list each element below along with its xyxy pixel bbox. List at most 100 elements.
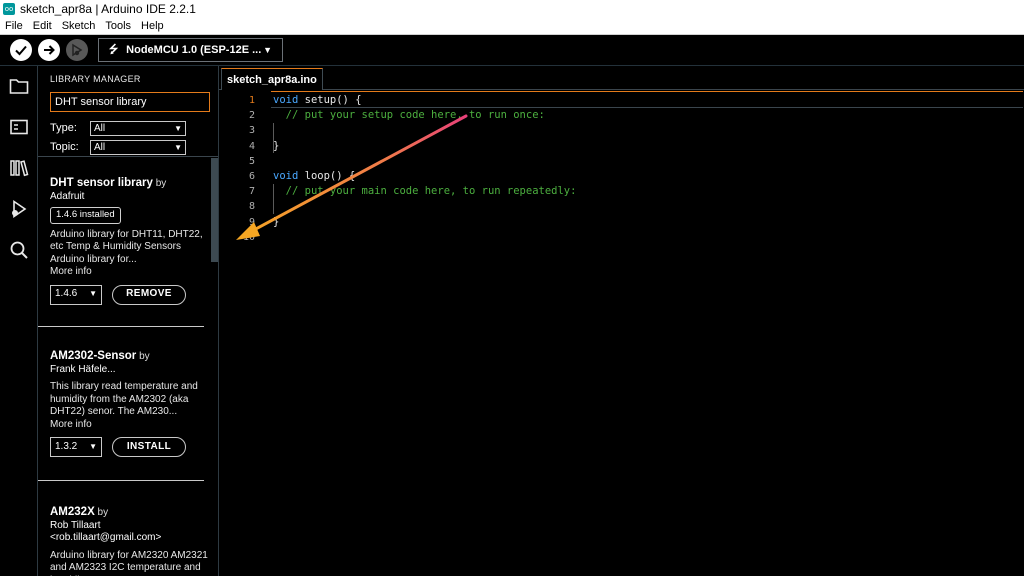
- topic-filter-value: All: [94, 142, 106, 153]
- toolbar: ⭍ NodeMCU 1.0 (ESP-12E ... ▼: [0, 35, 1024, 66]
- topic-filter-label: Topic:: [50, 141, 79, 153]
- code-comment: // put your main code here, to run repea…: [285, 185, 577, 198]
- line-number: 8: [248, 201, 255, 213]
- library-list-scrollbar[interactable]: [211, 158, 218, 262]
- menu-edit[interactable]: Edit: [28, 20, 57, 32]
- tab-sketch[interactable]: sketch_apr8a.ino: [221, 68, 323, 90]
- chevron-down-icon: ▼: [174, 124, 182, 133]
- menu-file[interactable]: File: [0, 20, 28, 32]
- line-number: 4: [248, 140, 255, 152]
- code-text: setup() {: [298, 94, 362, 106]
- board-name: NodeMCU 1.0 (ESP-12E ...: [126, 44, 262, 56]
- editor-tabs: sketch_apr8a.ino: [219, 66, 1024, 90]
- usb-icon: ⭍: [109, 43, 119, 56]
- type-filter-value: All: [94, 123, 106, 134]
- library-title: AM232X: [50, 506, 95, 518]
- arduino-app-icon: oo: [3, 3, 15, 15]
- debug-sidebar-icon[interactable]: [7, 197, 31, 221]
- line-number: 2: [248, 110, 255, 122]
- library-search-input[interactable]: DHT sensor library: [50, 92, 210, 112]
- more-info-link[interactable]: More info: [50, 419, 210, 432]
- topic-filter-select[interactable]: All ▼: [90, 140, 186, 155]
- more-info-link[interactable]: More info: [50, 266, 210, 279]
- code-text: }: [273, 139, 280, 152]
- line-number: 10: [242, 231, 255, 243]
- library-manager-panel: LIBRARY MANAGER DHT sensor library Type:…: [38, 66, 219, 576]
- chevron-down-icon: ▼: [174, 143, 182, 152]
- library-item-am232x: AM232X by Rob Tillaart <rob.tillaart@gma…: [50, 506, 210, 576]
- board-selector[interactable]: ⭍ NodeMCU 1.0 (ESP-12E ... ▼: [98, 38, 283, 62]
- code-line: // put your main code here, to run repea…: [273, 184, 1013, 199]
- folder-icon[interactable]: [7, 74, 31, 98]
- arrow-right-icon: [44, 45, 55, 55]
- upload-button[interactable]: [38, 39, 60, 61]
- menu-help[interactable]: Help: [136, 20, 169, 32]
- version-select[interactable]: 1.4.6 ▼: [50, 284, 102, 305]
- divider: [38, 156, 218, 157]
- chevron-down-icon: ▼: [263, 45, 272, 55]
- activity-rail: [0, 66, 38, 576]
- divider: [38, 326, 204, 327]
- window-title: sketch_apr8a | Arduino IDE 2.2.1: [20, 2, 196, 16]
- board-manager-icon[interactable]: [7, 115, 31, 139]
- library-item-am2302: AM2302-Sensor by Frank Häfele... This li…: [50, 350, 210, 457]
- library-by: by: [139, 351, 150, 362]
- line-number: 3: [248, 125, 255, 137]
- library-title: DHT sensor library: [50, 177, 153, 189]
- menu-bar: File Edit Sketch Tools Help: [0, 18, 1024, 35]
- title-bar: oo sketch_apr8a | Arduino IDE 2.2.1: [0, 0, 1024, 18]
- menu-tools[interactable]: Tools: [100, 20, 136, 32]
- type-filter-label: Type:: [50, 122, 77, 134]
- code-keyword: void: [273, 169, 299, 182]
- library-description: This library read temperature and humidi…: [50, 381, 198, 417]
- library-icon[interactable]: [7, 156, 31, 180]
- version-select[interactable]: 1.3.2 ▼: [50, 437, 102, 457]
- library-by: by: [97, 507, 109, 518]
- line-number: 1: [248, 95, 255, 106]
- divider: [38, 480, 204, 481]
- version-value: 1.4.6: [55, 288, 78, 300]
- install-button[interactable]: INSTALL: [112, 437, 186, 457]
- panel-title: LIBRARY MANAGER: [50, 74, 141, 84]
- library-item-dht-sensor: DHT sensor library by Adafruit 1.4.6 ins…: [50, 177, 210, 305]
- line-number: 5: [248, 155, 255, 167]
- library-author: Adafruit: [50, 190, 85, 202]
- installed-badge: 1.4.6 installed: [50, 207, 121, 224]
- library-by: by: [155, 178, 167, 189]
- debug-icon: [72, 43, 83, 57]
- code-line: void loop() {: [273, 169, 1013, 184]
- code-line: }: [273, 215, 1013, 230]
- code-line: // put your setup code here, to run once…: [273, 108, 1013, 123]
- code-comment: // put your setup code here, to run once…: [285, 109, 545, 122]
- code-line: void setup() {: [273, 93, 1013, 108]
- code-editor: sketch_apr8a.ino 1 2 3 4 5 6 7 8 9 10 vo…: [219, 66, 1024, 576]
- library-author: Frank Häfele...: [50, 363, 116, 375]
- chevron-down-icon: ▼: [89, 289, 97, 299]
- library-description: Arduino library for DHT11, DHT22, etc Te…: [50, 228, 203, 265]
- verify-button[interactable]: [10, 39, 32, 61]
- debug-button[interactable]: [66, 39, 88, 61]
- menu-sketch[interactable]: Sketch: [57, 20, 101, 32]
- type-filter-select[interactable]: All ▼: [90, 121, 186, 136]
- code-area[interactable]: void setup() { // put your setup code he…: [273, 93, 1013, 245]
- library-author: Rob Tillaart <rob.tillaart@gmail.com>: [50, 519, 162, 544]
- library-description: Arduino library for AM2320 AM2321 and AM…: [50, 549, 208, 576]
- search-icon[interactable]: [7, 238, 31, 262]
- code-keyword: void: [273, 94, 299, 106]
- line-number: 9: [248, 216, 255, 228]
- code-line: }: [273, 139, 1013, 154]
- remove-button[interactable]: REMOVE: [112, 284, 186, 305]
- chevron-down-icon: ▼: [89, 441, 97, 451]
- library-title: AM2302-Sensor: [50, 350, 137, 362]
- check-icon: [15, 45, 27, 56]
- code-text: }: [273, 215, 280, 228]
- line-number-gutter: 1 2 3 4 5 6 7 8 9 10: [219, 93, 255, 245]
- line-number: 6: [248, 170, 255, 182]
- line-number: 7: [248, 186, 255, 198]
